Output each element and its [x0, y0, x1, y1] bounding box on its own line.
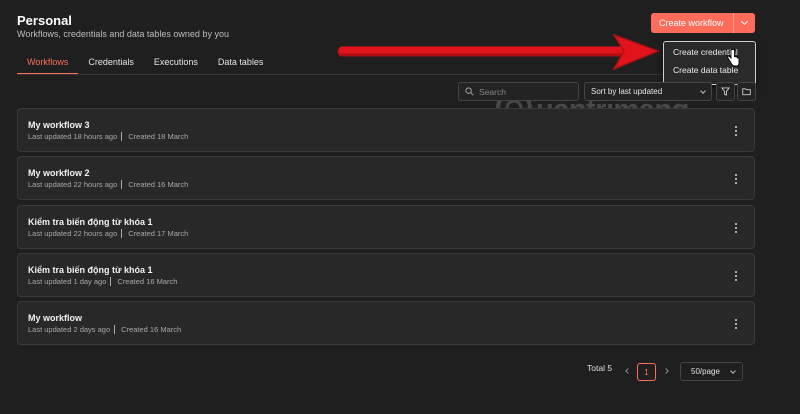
tab-data-tables[interactable]: Data tables	[208, 55, 274, 75]
workflow-meta: Last updated 1 day ago Created 16 March	[28, 276, 178, 286]
workflow-created: Created 16 March	[128, 180, 189, 190]
pagination-total: Total 5	[587, 363, 613, 373]
search-icon	[465, 87, 474, 96]
kebab-menu-icon[interactable]	[732, 317, 740, 331]
workflow-name: My workflow	[28, 313, 83, 324]
workflow-updated: Last updated 22 hours ago	[28, 180, 118, 190]
prev-page-icon[interactable]	[625, 368, 631, 374]
new-folder-button[interactable]	[737, 82, 756, 101]
kebab-menu-icon[interactable]	[732, 269, 740, 283]
workflow-created: Created 16 March	[117, 276, 178, 286]
workflow-name: My workflow 3	[28, 120, 90, 130]
chevron-down-icon	[740, 17, 749, 26]
kebab-menu-icon[interactable]	[732, 221, 740, 235]
workflow-created: Created 18 March	[128, 132, 189, 141]
search-input[interactable]	[479, 86, 569, 97]
chevron-down-icon	[700, 87, 706, 94]
menu-item-create-credential[interactable]: Create credential	[664, 42, 755, 60]
search-field[interactable]	[458, 82, 579, 101]
page-subtitle: Workflows, credentials and data tables o…	[17, 29, 229, 39]
arrow-annotation	[337, 33, 661, 71]
workflow-list: My workflow 3 Last updated 18 hours ago C…	[17, 108, 755, 349]
tab-workflows[interactable]: Workflows	[17, 55, 79, 75]
page-title: Personal	[17, 13, 72, 28]
tab-executions[interactable]: Executions	[144, 55, 208, 75]
workflow-meta: Last updated 2 days ago Created 16 March	[28, 325, 182, 335]
workflow-name: Kiểm tra biến động từ khóa 1	[28, 216, 153, 227]
filter-icon	[721, 87, 730, 96]
tab-bar: Workflows Credentials Executions Data ta…	[17, 55, 273, 75]
page-button-current[interactable]: 1	[637, 363, 656, 381]
workflow-name: Kiểm tra biến động từ khóa 1	[28, 264, 153, 275]
meta-separator	[121, 180, 123, 190]
workflow-card[interactable]: Kiểm tra biến động từ khóa 1 Last update…	[17, 204, 755, 249]
workflow-card[interactable]: My workflow 2 Last updated 22 hours ago C…	[17, 156, 755, 201]
workflow-created: Created 17 March	[128, 228, 189, 238]
meta-separator	[110, 276, 112, 286]
workflow-updated: Last updated 1 day ago	[28, 276, 107, 286]
filter-button[interactable]	[716, 82, 735, 101]
workflow-updated: Last updated 2 days ago	[28, 325, 111, 335]
tab-credentials[interactable]: Credentials	[78, 55, 144, 75]
meta-separator	[114, 325, 116, 335]
menu-item-create-data-table[interactable]: Create data table	[664, 60, 755, 78]
meta-separator	[121, 132, 123, 141]
workflow-meta: Last updated 22 hours ago Created 17 Marc…	[28, 228, 189, 238]
kebab-menu-icon[interactable]	[732, 172, 740, 186]
hand-cursor-icon	[727, 49, 740, 67]
tab-divider	[17, 74, 755, 75]
workflow-card[interactable]: Kiểm tra biến động từ khóa 1 Last update…	[17, 252, 755, 297]
create-dropdown-menu: Create credential Create data table	[663, 41, 756, 85]
workflow-created: Created 16 March	[121, 325, 182, 335]
next-page-icon[interactable]	[663, 368, 669, 374]
workflow-updated: Last updated 22 hours ago	[28, 228, 118, 238]
chevron-down-icon	[730, 367, 736, 374]
workflow-card[interactable]: My workflow 3 Last updated 18 hours ago C…	[17, 108, 755, 152]
workflow-meta: Last updated 22 hours ago Created 16 Marc…	[28, 180, 189, 190]
create-dropdown-toggle[interactable]	[733, 13, 755, 33]
kebab-menu-icon[interactable]	[732, 124, 740, 138]
sort-select-value: Sort by last updated	[591, 87, 663, 96]
create-workflow-button[interactable]: Create workflow	[651, 13, 755, 33]
workflow-updated: Last updated 18 hours ago	[28, 132, 118, 141]
workflow-card[interactable]: My workflow Last updated 2 days ago Creat…	[17, 301, 755, 346]
per-page-value: 50/page	[691, 367, 720, 376]
folder-icon	[742, 88, 751, 96]
workflow-meta: Last updated 18 hours ago Created 18 Marc…	[28, 132, 188, 141]
per-page-select[interactable]: 50/page	[680, 362, 743, 381]
create-workflow-label: Create workflow	[659, 18, 724, 28]
meta-separator	[121, 228, 123, 238]
sort-select[interactable]: Sort by last updated	[584, 82, 712, 101]
workflow-name: My workflow 2	[28, 168, 90, 179]
